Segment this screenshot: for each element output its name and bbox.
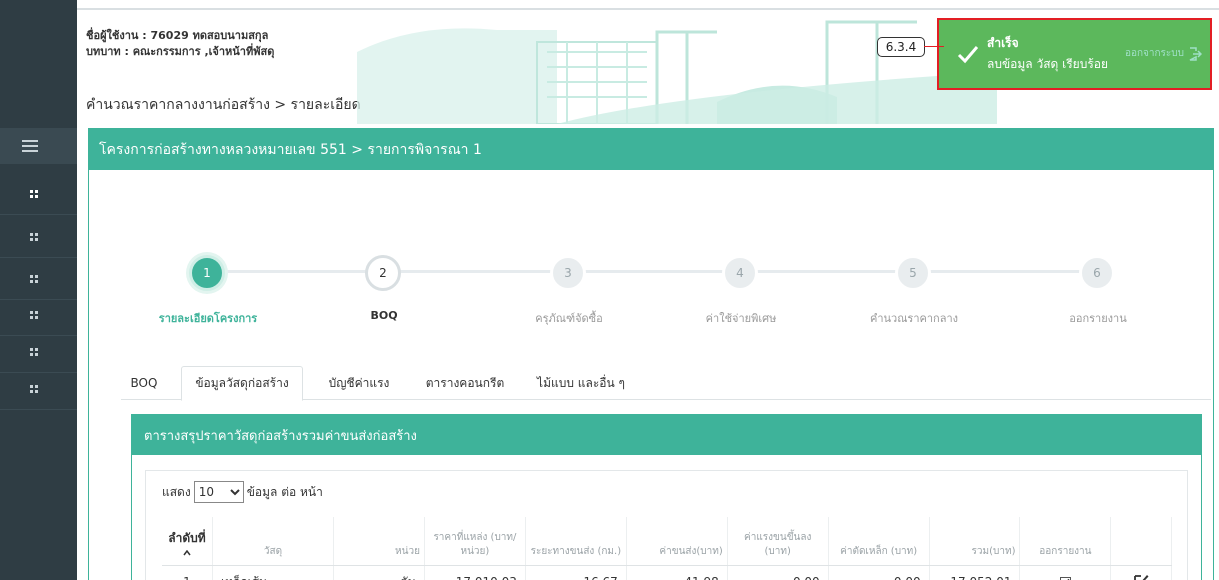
show-suffix: ข้อมูล ต่อ หน้า	[246, 484, 323, 499]
app-root: ชื่อผู้ใช้งาน : 76029 ทดสอบนามสกุล บทบาท…	[0, 0, 1219, 580]
step-3-circle[interactable]: 3	[550, 255, 586, 291]
summary-table-box: แสดง 10 ข้อมูล ต่อ หน้า ลำดับที่ วัสดุ ห…	[145, 470, 1188, 580]
column-unit[interactable]: หน่วย	[333, 517, 425, 566]
column-material[interactable]: วัสดุ	[212, 517, 335, 566]
step-2-circle[interactable]: 2	[365, 255, 401, 291]
grid-icon	[30, 347, 38, 356]
progress-steps: 1 2 3 4 5 6 รายละเอียดโครงการ BOQ ครุภัณ…	[89, 170, 1213, 330]
column-distance[interactable]: ระยะทางขนส่ง (กม.)	[525, 517, 627, 566]
step-6-circle[interactable]: 6	[1079, 255, 1115, 291]
cell-source-price: 17,010.03	[424, 565, 526, 580]
cell-distance: 16.67	[525, 565, 627, 580]
column-cutting-cost[interactable]: ค่าตัดเหล็ก (บาท)	[828, 517, 930, 566]
column-total[interactable]: รวม(บาท)	[929, 517, 1021, 566]
column-no-label: ลำดับที่	[168, 530, 206, 545]
cell-material: เหล็กเส้น	[212, 565, 335, 580]
tab-concrete[interactable]: ตารางคอนกรีต	[415, 366, 515, 400]
success-toast[interactable]: สำเร็จ ลบข้อมูล วัสดุ เรียบร้อย ออกจากระ…	[937, 18, 1212, 90]
page-length-control: แสดง 10 ข้อมูล ต่อ หน้า	[162, 481, 323, 503]
chevron-down-icon	[230, 488, 240, 495]
sidebar-toggle-button[interactable]	[0, 128, 77, 164]
grid-icon	[30, 310, 38, 319]
project-panel: โครงการก่อสร้างทางหลวงหมายเลข 551 > รายก…	[88, 128, 1214, 580]
toast-content: สำเร็จ ลบข้อมูล วัสดุ เรียบร้อย	[987, 34, 1108, 74]
column-actions	[1110, 517, 1172, 566]
header-rule	[77, 8, 1219, 10]
grid-icon	[30, 274, 38, 283]
role-info: บทบาท : คณะกรรมการ ,เจ้าหน้าที่พัสดุ	[86, 45, 275, 58]
step-1-label[interactable]: รายละเอียดโครงการ	[138, 309, 278, 327]
cell-report	[1019, 565, 1112, 580]
table-row: 1 เหล็กเส้น ตัน 17,010.03 16.67 41.98 0.…	[162, 565, 1172, 580]
project-body: 1 2 3 4 5 6 รายละเอียดโครงการ BOQ ครุภัณ…	[89, 170, 1213, 580]
sidebar	[0, 0, 77, 580]
step-5-label[interactable]: คำนวณราคากลาง	[844, 309, 984, 327]
tab-labor[interactable]: บัญชีค่าแรง	[309, 366, 409, 400]
cell-cutting-cost: 0.00	[828, 565, 930, 580]
step-1-circle[interactable]: 1	[189, 255, 225, 291]
hamburger-icon	[22, 140, 38, 152]
steps-line	[219, 270, 1109, 273]
cell-actions	[1110, 565, 1172, 580]
cell-unit: ตัน	[333, 565, 425, 580]
column-report[interactable]: ออกรายงาน	[1019, 517, 1112, 566]
step-2-label[interactable]: BOQ	[314, 309, 454, 322]
sidebar-item-2[interactable]	[0, 216, 77, 258]
tab-construction-materials[interactable]: ข้อมูลวัสดุก่อสร้าง	[181, 366, 303, 401]
step-3-label[interactable]: ครุภัณฑ์จัดซื้อ	[499, 309, 639, 327]
step-4-label[interactable]: ค่าใช้จ่ายพิเศษ	[671, 309, 811, 327]
column-no[interactable]: ลำดับที่	[162, 517, 213, 566]
cell-loading-cost: 0.00	[727, 565, 829, 580]
toast-logout-link[interactable]: ออกจากระบบ	[1125, 46, 1202, 61]
tab-formwork-other[interactable]: ไม้แบบ และอื่น ๆ	[521, 366, 641, 400]
check-icon	[957, 46, 979, 64]
grid-icon	[30, 384, 38, 393]
grid-icon	[30, 232, 38, 241]
table-header-row: ลำดับที่ วัสดุ หน่วย ราคาที่แหล่ง (บาท/ห…	[162, 517, 1172, 566]
sidebar-item-1[interactable]	[0, 173, 77, 215]
material-tabs: BOQ ข้อมูลวัสดุก่อสร้าง บัญชีค่าแรง ตารา…	[121, 366, 1211, 401]
column-loading-cost[interactable]: ค่าแรงขนขึ้นลง (บาท)	[727, 517, 829, 566]
column-transport-cost[interactable]: ค่าขนส่ง(บาท)	[626, 517, 728, 566]
grid-icon	[30, 189, 38, 198]
toast-logout-label: ออกจากระบบ	[1124, 48, 1184, 59]
cell-transport-cost: 41.98	[626, 565, 728, 580]
project-title: โครงการก่อสร้างทางหลวงหมายเลข 551 > รายก…	[89, 129, 1213, 170]
tab-boq[interactable]: BOQ	[121, 366, 167, 400]
version-connector	[924, 46, 944, 47]
logout-icon	[1189, 46, 1202, 61]
sidebar-item-6[interactable]	[0, 368, 77, 410]
toast-message: ลบข้อมูล วัสดุ เรียบร้อย	[987, 57, 1109, 71]
step-4-circle[interactable]: 4	[722, 255, 758, 291]
edit-icon[interactable]	[1132, 572, 1150, 580]
sort-up-icon	[183, 549, 191, 555]
cell-total: 17,052.01	[929, 565, 1021, 580]
summary-panel: ตารางสรุปราคาวัสดุก่อสร้างรวมค่าขนส่งก่อ…	[131, 414, 1202, 580]
materials-table: ลำดับที่ วัสดุ หน่วย ราคาที่แหล่ง (บาท/ห…	[162, 517, 1172, 580]
sidebar-item-5[interactable]	[0, 331, 77, 373]
sidebar-item-4[interactable]	[0, 294, 77, 336]
page-size-value: 10	[198, 485, 214, 499]
page-size-select[interactable]: 10	[193, 481, 244, 503]
column-source-price[interactable]: ราคาที่แหล่ง (บาท/หน่วย)	[424, 517, 526, 566]
step-5-circle[interactable]: 5	[895, 255, 931, 291]
version-badge: 6.3.4	[877, 37, 925, 57]
summary-title: ตารางสรุปราคาวัสดุก่อสร้างรวมค่าขนส่งก่อ…	[132, 415, 1201, 455]
construction-banner-image	[357, 20, 997, 124]
breadcrumb: คำนวณราคากลางงานก่อสร้าง > รายละเอียด	[86, 97, 361, 113]
cell-no: 1	[162, 565, 213, 580]
toast-title: สำเร็จ	[987, 36, 1019, 50]
step-6-label[interactable]: ออกรายงาน	[1028, 309, 1168, 327]
show-prefix: แสดง	[162, 484, 191, 499]
